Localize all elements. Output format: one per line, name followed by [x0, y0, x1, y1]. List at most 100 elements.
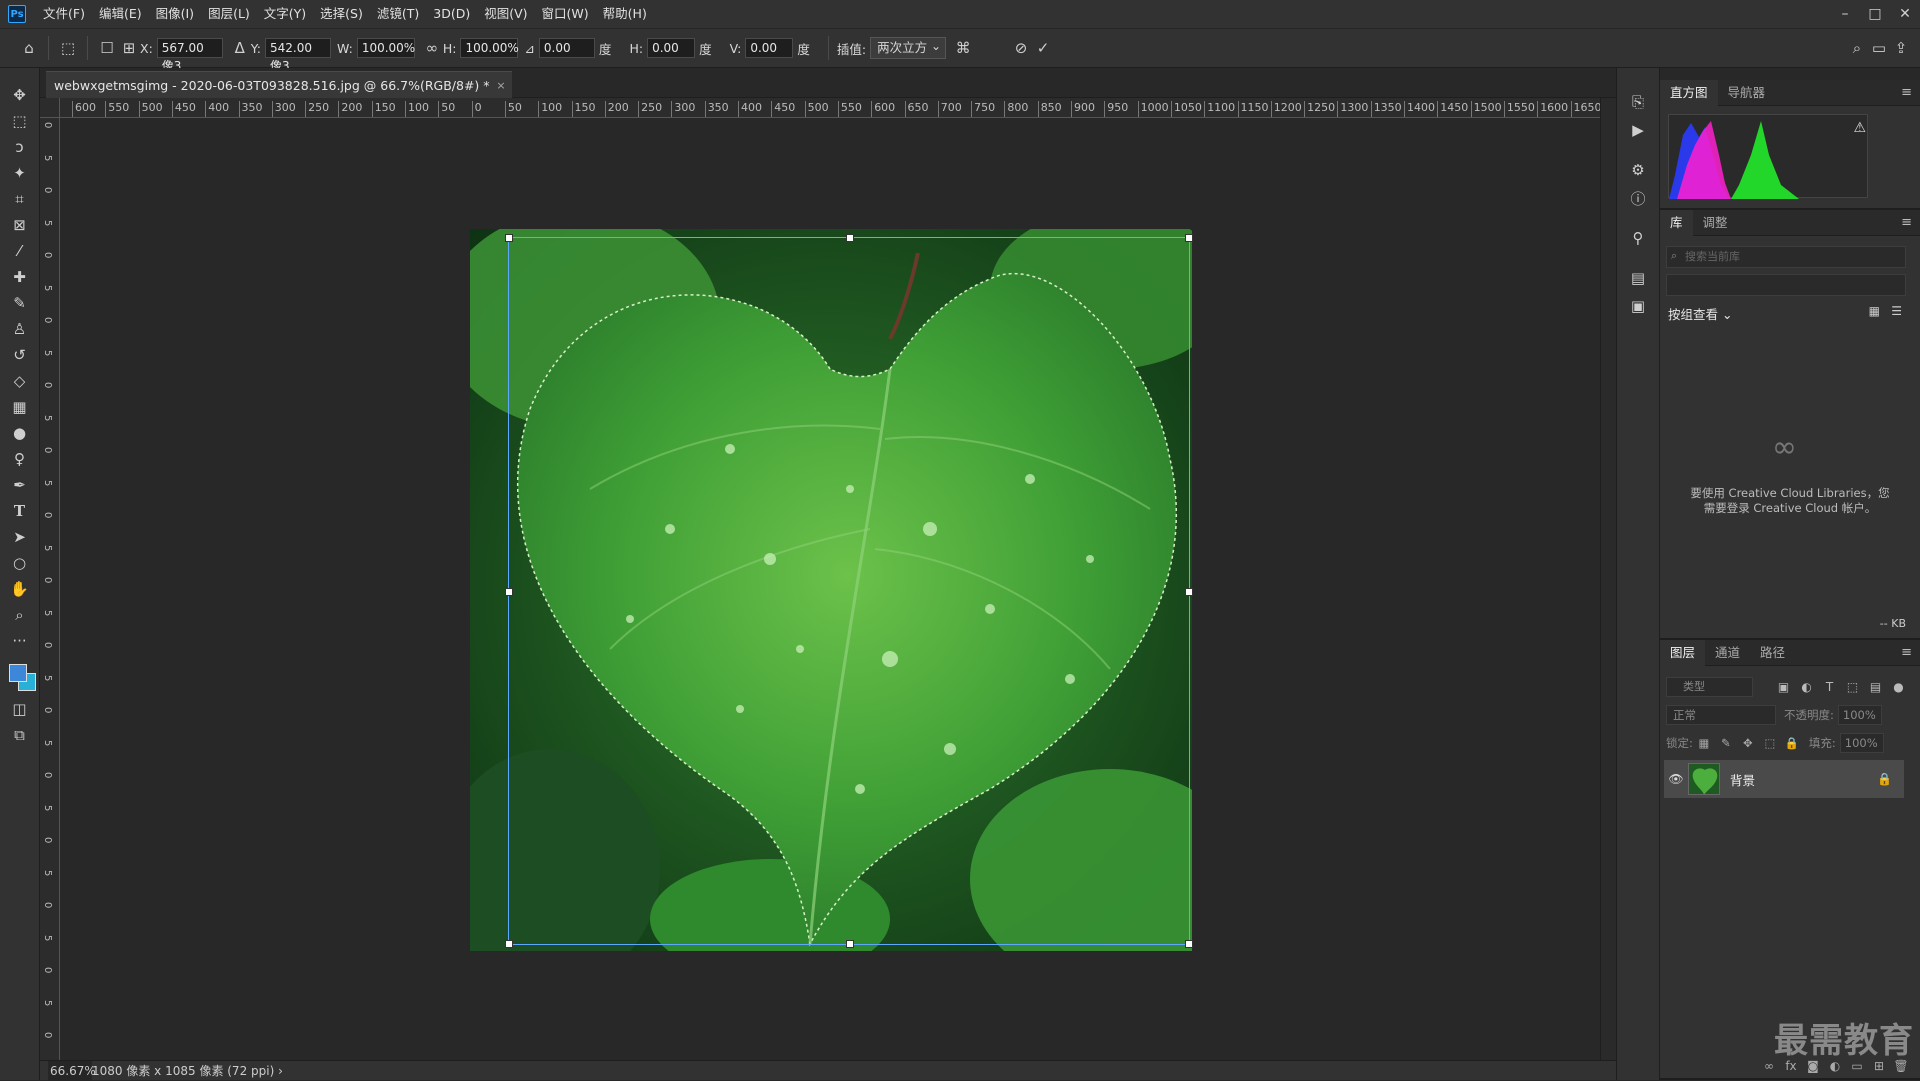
- transform-handle-top-left[interactable]: [505, 234, 513, 242]
- tab-adjustments[interactable]: 调整: [1693, 210, 1738, 236]
- width-field[interactable]: 100.00%: [357, 38, 415, 58]
- maximize-icon[interactable]: □: [1860, 6, 1890, 22]
- close-document-icon[interactable]: ×: [496, 72, 505, 99]
- fill-field[interactable]: 100%: [1840, 733, 1884, 753]
- horizontal-skew-field[interactable]: 0.00: [647, 38, 695, 58]
- document-info[interactable]: 1080 像素 x 1085 像素 (72 ppi): [92, 1064, 274, 1078]
- transform-tool-icon[interactable]: ⬚: [57, 37, 79, 59]
- canvas-vertical-scrollbar[interactable]: [1600, 98, 1616, 1060]
- free-transform-bounding-box[interactable]: [508, 237, 1190, 945]
- healing-brush-tool-icon[interactable]: ✚: [5, 264, 35, 290]
- history-panel-icon[interactable]: ⎘: [1623, 88, 1653, 116]
- minimize-icon[interactable]: –: [1830, 6, 1860, 22]
- layer-row-background[interactable]: 👁 背景 🔒: [1664, 760, 1904, 798]
- commit-transform-icon[interactable]: ✓: [1032, 37, 1054, 59]
- menu-3d[interactable]: 3D(D): [426, 0, 477, 28]
- menu-help[interactable]: 帮助(H): [596, 0, 654, 28]
- histogram-warning-icon[interactable]: ⚠: [1853, 120, 1866, 136]
- horizontal-ruler[interactable]: 6005505004504003503002502001501005005010…: [60, 98, 1600, 118]
- library-menu-icon[interactable]: ≡: [1901, 215, 1912, 230]
- reference-point-grid-icon[interactable]: ⊞: [118, 37, 140, 59]
- layer-kind-filter[interactable]: 类型: [1666, 677, 1753, 697]
- transform-handle-bottom-left[interactable]: [505, 940, 513, 948]
- search-icon[interactable]: ⌕: [1846, 37, 1868, 59]
- opacity-field[interactable]: 100%: [1838, 705, 1882, 725]
- transform-handle-right[interactable]: [1185, 588, 1193, 596]
- delta-icon[interactable]: Δ: [229, 37, 251, 59]
- transform-handle-top-right[interactable]: [1185, 234, 1193, 242]
- frame-tool-icon[interactable]: ⊠: [5, 212, 35, 238]
- move-tool-icon[interactable]: ✥: [5, 82, 35, 108]
- type-tool-icon[interactable]: T: [5, 498, 35, 524]
- workspace-icon[interactable]: ▭: [1868, 37, 1890, 59]
- reference-point-toggle-icon[interactable]: ☐: [96, 37, 118, 59]
- lock-all-icon[interactable]: 🔒: [1781, 736, 1803, 750]
- library-search-input[interactable]: 搜索当前库: [1666, 246, 1906, 268]
- screen-mode-icon[interactable]: ⧉: [5, 722, 35, 748]
- tab-histogram[interactable]: 直方图: [1660, 80, 1718, 106]
- menu-window[interactable]: 窗口(W): [535, 0, 596, 28]
- list-view-icon[interactable]: ☰: [1891, 304, 1902, 318]
- marquee-tool-icon[interactable]: ⬚: [5, 108, 35, 134]
- filter-pixel-icon[interactable]: ▣: [1772, 680, 1795, 694]
- notes-panel-icon[interactable]: ▣: [1623, 292, 1653, 320]
- transform-handle-bottom[interactable]: [846, 940, 854, 948]
- crop-tool-icon[interactable]: ⌗: [5, 186, 35, 212]
- clone-stamp-tool-icon[interactable]: ♙: [5, 316, 35, 342]
- y-position-field[interactable]: 542.00 像3: [265, 38, 331, 58]
- vertical-ruler[interactable]: 05050505050505050505050505050: [40, 118, 60, 1060]
- x-position-field[interactable]: 567.00 像3: [157, 38, 223, 58]
- zoom-tool-icon[interactable]: ⌕: [5, 602, 35, 628]
- transform-handle-top[interactable]: [846, 234, 854, 242]
- library-select[interactable]: [1666, 274, 1906, 296]
- gradient-tool-icon[interactable]: ▦: [5, 394, 35, 420]
- menu-layer[interactable]: 图层(L): [201, 0, 257, 28]
- layers-menu-icon[interactable]: ≡: [1901, 645, 1912, 660]
- history-brush-tool-icon[interactable]: ↺: [5, 342, 35, 368]
- status-expand-icon[interactable]: ›: [278, 1064, 283, 1078]
- path-selection-tool-icon[interactable]: ➤: [5, 524, 35, 550]
- tab-channels[interactable]: 通道: [1705, 640, 1750, 666]
- layer-comps-icon[interactable]: ▤: [1623, 264, 1653, 292]
- interpolation-select[interactable]: 两次立方: [870, 37, 946, 59]
- close-icon[interactable]: ✕: [1890, 6, 1920, 22]
- pen-tool-icon[interactable]: ✒: [5, 472, 35, 498]
- quick-mask-icon[interactable]: ◫: [5, 696, 35, 722]
- more-tools-icon[interactable]: ···: [5, 628, 35, 654]
- ellipse-tool-icon[interactable]: ○: [5, 550, 35, 576]
- transform-handle-bottom-right[interactable]: [1185, 940, 1193, 948]
- menu-view[interactable]: 视图(V): [477, 0, 534, 28]
- color-swatches[interactable]: [5, 660, 35, 696]
- tab-navigator[interactable]: 导航器: [1718, 80, 1776, 106]
- magic-wand-tool-icon[interactable]: ✦: [5, 160, 35, 186]
- lock-pixels-icon[interactable]: ✎: [1715, 736, 1737, 750]
- tab-libraries[interactable]: 库: [1660, 210, 1693, 236]
- menu-type[interactable]: 文字(Y): [257, 0, 313, 28]
- cancel-transform-icon[interactable]: ⊘: [1010, 37, 1032, 59]
- menu-image[interactable]: 图像(I): [149, 0, 201, 28]
- hand-tool-icon[interactable]: ✋: [5, 576, 35, 602]
- actions-play-icon[interactable]: ▶: [1623, 116, 1653, 144]
- panel-menu-icon[interactable]: ≡: [1901, 85, 1912, 100]
- filter-adjustment-icon[interactable]: ◐: [1795, 680, 1818, 694]
- ruler-origin[interactable]: [40, 98, 60, 118]
- view-by-group-dropdown[interactable]: 按组查看 ⌄: [1668, 304, 1732, 323]
- blur-tool-icon[interactable]: ●: [5, 420, 35, 446]
- grid-view-icon[interactable]: ▦: [1869, 304, 1880, 318]
- menu-edit[interactable]: 编辑(E): [92, 0, 149, 28]
- vertical-skew-field[interactable]: 0.00: [745, 38, 793, 58]
- lasso-tool-icon[interactable]: ↄ: [5, 134, 35, 160]
- filter-type-icon[interactable]: T: [1818, 680, 1841, 694]
- rotation-field[interactable]: 0.00: [539, 38, 595, 58]
- lock-artboard-icon[interactable]: ⬚: [1759, 736, 1781, 750]
- puppet-panel-icon[interactable]: ⚲: [1623, 224, 1653, 252]
- tab-layers[interactable]: 图层: [1660, 640, 1705, 666]
- foreground-color-swatch[interactable]: [9, 664, 27, 682]
- layer-lock-icon[interactable]: 🔒: [1877, 772, 1892, 786]
- properties-panel-icon[interactable]: ⚙: [1623, 156, 1653, 184]
- link-icon[interactable]: ∞: [421, 37, 443, 59]
- blend-mode-select[interactable]: 正常: [1666, 705, 1776, 725]
- menu-file[interactable]: 文件(F): [36, 0, 92, 28]
- filter-shape-icon[interactable]: ⬚: [1841, 680, 1864, 694]
- document-tab[interactable]: webwxgetmsgimg - 2020-06-03T093828.516.j…: [46, 71, 512, 98]
